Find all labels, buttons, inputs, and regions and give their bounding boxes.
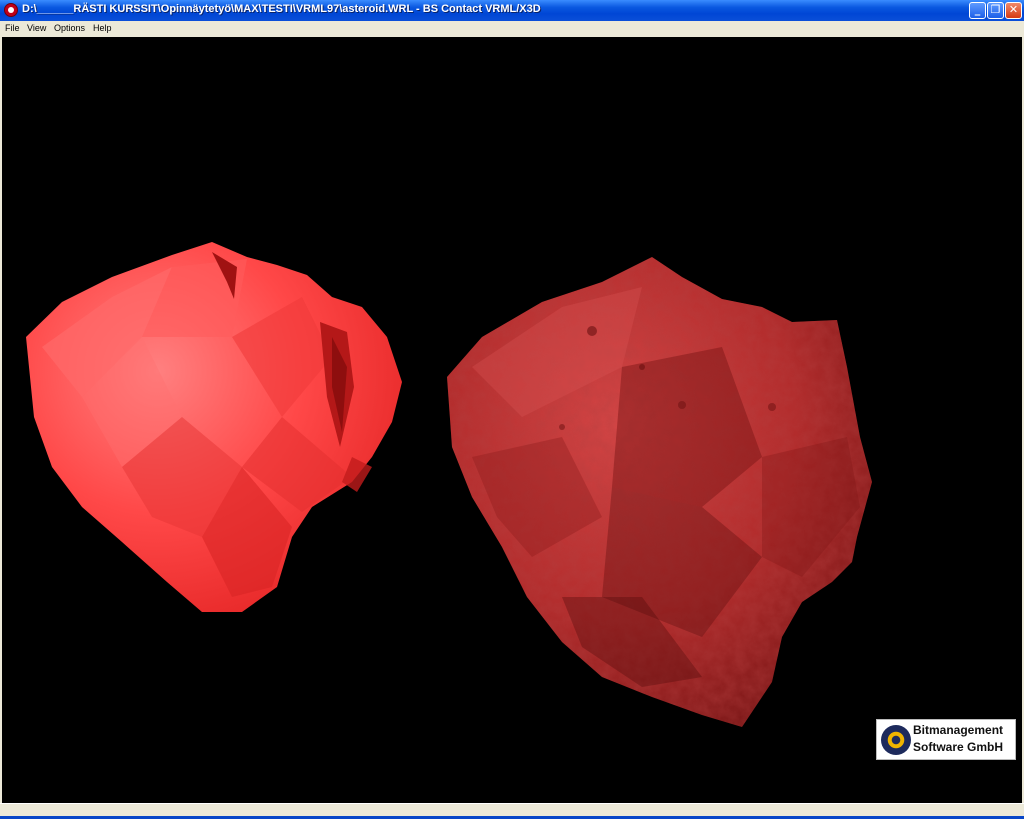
close-button[interactable]: ✕ (1005, 2, 1022, 19)
minimize-button[interactable]: _ (969, 2, 986, 19)
bitmanagement-logo[interactable]: Bitmanagement Software GmbH (876, 719, 1016, 760)
logo-line-1: Bitmanagement (913, 723, 1004, 737)
menu-file[interactable]: File (5, 23, 20, 33)
logo-ring-icon (881, 725, 911, 755)
scene (26, 242, 872, 727)
app-icon[interactable] (4, 3, 18, 17)
logo-line-2: Software GmbH (913, 740, 1004, 754)
menu-bar: File View Options Help (0, 21, 1024, 37)
menu-options[interactable]: Options (54, 23, 85, 33)
title-bar: D:\______RÄSTI KURSSIT\Opinnäytetyö\MAX\… (0, 0, 1024, 21)
menu-view[interactable]: View (27, 23, 46, 33)
restore-button[interactable]: ❐ (987, 2, 1004, 19)
asteroid-flat-shaded (26, 242, 402, 612)
window-title: D:\______RÄSTI KURSSIT\Opinnäytetyö\MAX\… (22, 3, 541, 15)
3d-viewport[interactable]: Bitmanagement Software GmbH (2, 37, 1022, 803)
menu-help[interactable]: Help (93, 23, 112, 33)
asteroid-textured (447, 257, 872, 727)
status-bar (0, 803, 1024, 819)
